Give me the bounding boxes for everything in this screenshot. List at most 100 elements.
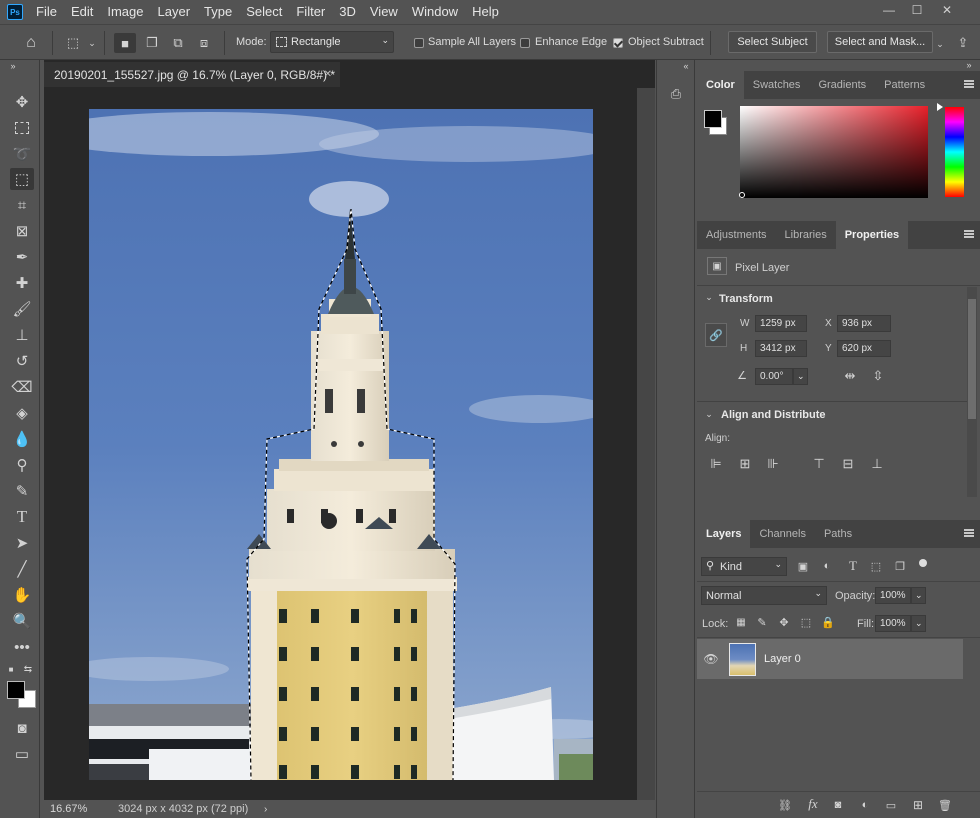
chevron-down-icon[interactable]: ⌄	[86, 35, 98, 51]
hue-slider-handle[interactable]	[937, 103, 943, 111]
align-horizontal-centers-icon[interactable]: ⊞	[737, 456, 753, 472]
link-layers-icon[interactable]: ⛓	[777, 797, 793, 813]
layer-name[interactable]: Layer 0	[764, 653, 801, 665]
chevron-down-icon[interactable]: ⌄	[934, 37, 946, 51]
object-selection-tool-icon[interactable]: ⬚	[10, 168, 34, 190]
menu-filter[interactable]: Filter	[289, 0, 332, 24]
menu-layer[interactable]: Layer	[151, 0, 198, 24]
menu-view[interactable]: View	[363, 0, 405, 24]
adjustment-layer-icon[interactable]: ◐	[857, 797, 873, 813]
history-brush-tool-icon[interactable]: ↺	[10, 350, 34, 372]
new-selection-icon[interactable]: ■	[114, 33, 136, 53]
blend-mode-select[interactable]: Normal ⌄	[701, 586, 827, 605]
path-selection-tool-icon[interactable]: ➤	[10, 532, 34, 554]
align-bottom-edges-icon[interactable]: ⊥	[869, 456, 885, 472]
share-icon[interactable]: ⇪	[952, 33, 974, 53]
line-tool-icon[interactable]: ╱	[10, 558, 34, 580]
quick-mask-icon[interactable]: ◙	[10, 717, 34, 739]
y-field[interactable]: 620 px	[837, 340, 891, 357]
tab-channels[interactable]: Channels	[750, 520, 814, 548]
add-mask-icon[interactable]: ◙	[830, 797, 846, 813]
pen-tool-icon[interactable]: ✎	[10, 480, 34, 502]
zoom-level[interactable]: 16.67%	[50, 803, 87, 815]
default-colors-icon[interactable]: ■	[6, 664, 16, 674]
chevron-right-icon[interactable]: ›	[264, 804, 267, 815]
lock-all-icon[interactable]: 🔒	[821, 615, 835, 629]
align-vertical-centers-icon[interactable]: ⊟	[840, 456, 856, 472]
tab-adjustments[interactable]: Adjustments	[697, 221, 776, 249]
panel-menu-icon[interactable]	[964, 230, 974, 238]
eyedropper-tool-icon[interactable]: ✒	[10, 246, 34, 268]
chevron-down-icon[interactable]: ⌄	[704, 292, 714, 302]
link-dimensions-icon[interactable]: 🔗	[705, 323, 727, 347]
blur-tool-icon[interactable]: 💧	[10, 428, 34, 450]
frame-tool-icon[interactable]: ⊠	[10, 220, 34, 242]
flip-vertical-icon[interactable]: ⇳	[869, 367, 887, 385]
rectangular-marquee-tool-icon[interactable]	[10, 117, 34, 139]
filter-pixel-icon[interactable]: ▣	[795, 558, 811, 574]
menu-select[interactable]: Select	[239, 0, 289, 24]
tab-layers[interactable]: Layers	[697, 520, 751, 548]
lock-artboard-icon[interactable]: ⬚	[799, 615, 813, 629]
maximize-icon[interactable]: ☐	[902, 0, 932, 20]
filter-toggle-icon[interactable]	[919, 559, 927, 567]
angle-dropdown[interactable]: ⌄	[793, 368, 808, 385]
panel-menu-icon[interactable]	[964, 80, 974, 88]
angle-field[interactable]: 0.00°	[755, 368, 793, 385]
lock-position-icon[interactable]: ✥	[777, 615, 791, 629]
lock-transparent-icon[interactable]: ▦	[734, 615, 748, 629]
filter-kind-select[interactable]: ⚲ Kind ⌄	[701, 557, 787, 576]
minimize-icon[interactable]: —	[874, 0, 904, 20]
width-field[interactable]: 1259 px	[755, 315, 807, 332]
tab-paths[interactable]: Paths	[815, 520, 861, 548]
home-icon[interactable]: ⌂	[20, 33, 42, 53]
tab-patterns[interactable]: Patterns	[875, 71, 934, 99]
object-selection-preset-icon[interactable]: ⬚	[62, 33, 84, 53]
filter-shape-icon[interactable]: ⬚	[868, 558, 884, 574]
sample-all-layers-checkbox[interactable]	[414, 38, 424, 48]
expand-panel-icon[interactable]: »	[6, 61, 20, 71]
align-top-edges-icon[interactable]: ⊤	[811, 456, 827, 472]
document-tab[interactable]: 20190201_155527.jpg @ 16.7% (Layer 0, RG…	[44, 62, 340, 87]
tab-gradients[interactable]: Gradients	[809, 71, 875, 99]
menu-help[interactable]: Help	[465, 0, 506, 24]
zoom-tool-icon[interactable]: 🔍	[10, 610, 34, 632]
menu-file[interactable]: File	[29, 0, 64, 24]
menu-window[interactable]: Window	[405, 0, 465, 24]
clone-stamp-tool-icon[interactable]: ⊥	[10, 324, 34, 346]
paint-bucket-tool-icon[interactable]: ◈	[10, 402, 34, 424]
foreground-color-swatch[interactable]	[7, 681, 25, 699]
menu-type[interactable]: Type	[197, 0, 239, 24]
mode-select[interactable]: Rectangle ⌄	[270, 31, 394, 53]
delete-layer-icon[interactable]: 🗑	[937, 797, 953, 813]
close-icon[interactable]: ✕	[932, 0, 962, 20]
tab-properties[interactable]: Properties	[835, 221, 909, 249]
menu-3d[interactable]: 3D	[332, 0, 363, 24]
document-canvas-image[interactable]	[89, 109, 593, 780]
menu-image[interactable]: Image	[100, 0, 150, 24]
fill-dropdown[interactable]: ⌄	[911, 615, 926, 632]
eraser-tool-icon[interactable]: ⌫	[10, 376, 34, 398]
new-layer-icon[interactable]: ⊞	[910, 797, 926, 813]
layer-row[interactable]: 👁 Layer 0	[697, 639, 963, 679]
dodge-tool-icon[interactable]: ⚲	[10, 454, 34, 476]
select-subject-button[interactable]: Select Subject	[728, 31, 817, 53]
tab-color[interactable]: Color	[697, 71, 744, 99]
filter-adjustment-icon[interactable]: ◐	[819, 558, 835, 574]
screen-mode-icon[interactable]: ▭	[10, 743, 34, 765]
move-tool-icon[interactable]: ✥	[10, 91, 34, 113]
enhance-edge-checkbox[interactable]	[520, 38, 530, 48]
x-field[interactable]: 936 px	[837, 315, 891, 332]
opacity-field[interactable]: 100%	[875, 587, 911, 604]
healing-brush-tool-icon[interactable]: ✚	[10, 272, 34, 294]
brush-tool-icon[interactable]: 🖌	[10, 298, 34, 320]
panel-menu-icon[interactable]	[964, 529, 974, 537]
collapse-right-panel-icon[interactable]: »	[962, 60, 976, 70]
crop-tool-icon[interactable]: ⌗	[10, 194, 34, 216]
subtract-from-selection-icon[interactable]: ⧉	[167, 33, 189, 53]
object-subtract-checkbox[interactable]	[613, 38, 623, 48]
collapse-panel-icon[interactable]: «	[679, 61, 693, 71]
lock-image-icon[interactable]: ✎	[755, 615, 769, 629]
vertical-scrollbar[interactable]	[637, 88, 655, 800]
history-panel-icon[interactable]: ⎙	[666, 84, 686, 104]
